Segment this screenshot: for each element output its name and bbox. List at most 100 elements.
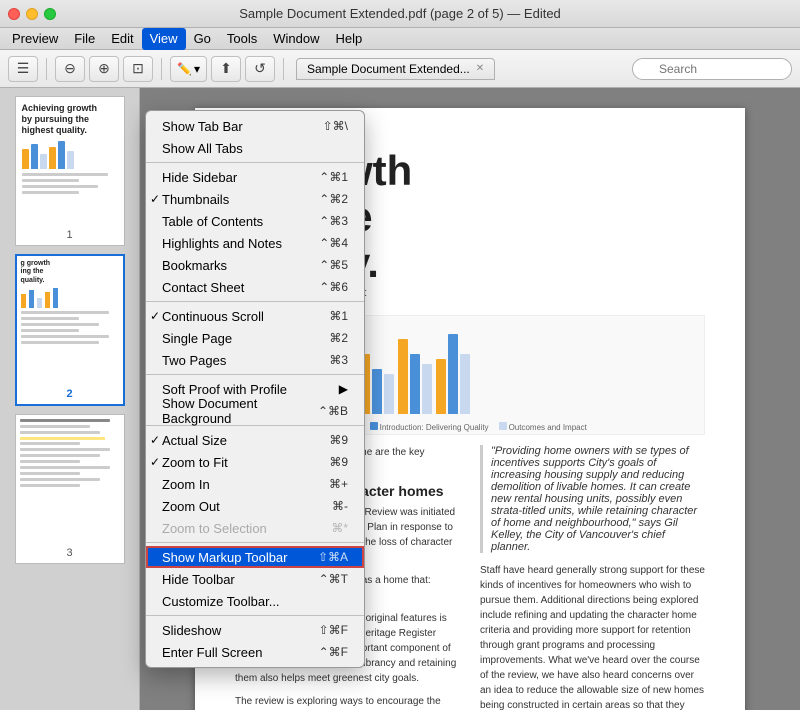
- menu-item-hide-toolbar-label: Hide Toolbar: [162, 572, 235, 587]
- menu-item-show-markup-toolbar-shortcut: ⇧⌘A: [318, 550, 348, 564]
- menu-item-customize-toolbar[interactable]: Customize Toolbar...: [146, 590, 364, 612]
- menu-item-highlights-notes[interactable]: Highlights and Notes ⌃⌘4: [146, 232, 364, 254]
- divider-6: [146, 615, 364, 616]
- zoom-out-button[interactable]: ⊖: [55, 56, 85, 82]
- menu-item-toc-label: Table of Contents: [162, 214, 263, 229]
- menu-item-hide-sidebar-label: Hide Sidebar: [162, 170, 237, 185]
- menu-item-zoom-in[interactable]: Zoom In ⌘+: [146, 473, 364, 495]
- menu-item-contact-sheet[interactable]: Contact Sheet ⌃⌘6: [146, 276, 364, 298]
- menu-item-bookmarks-label: Bookmarks: [162, 258, 227, 273]
- menu-view[interactable]: View: [142, 28, 186, 50]
- menu-item-show-tab-bar-shortcut: ⇧⌘\: [323, 119, 348, 133]
- menu-window[interactable]: Window: [265, 28, 327, 50]
- menu-item-continuous-scroll-label: Continuous Scroll: [162, 309, 264, 324]
- check-continuous-scroll: ✓: [150, 309, 160, 323]
- menu-item-slideshow-label: Slideshow: [162, 623, 221, 638]
- menu-item-show-doc-bg[interactable]: Show Document Background ⌃⌘B: [146, 400, 364, 422]
- menu-item-zoom-to-fit-shortcut: ⌘9: [329, 455, 348, 469]
- menu-item-two-pages-label: Two Pages: [162, 353, 226, 368]
- menu-item-zoom-to-selection[interactable]: Zoom to Selection ⌘*: [146, 517, 364, 539]
- soft-proof-arrow: ▶: [339, 382, 348, 396]
- menu-item-continuous-scroll[interactable]: ✓ Continuous Scroll ⌘1: [146, 305, 364, 327]
- menu-item-enter-full-screen-shortcut: ⌃⌘F: [319, 645, 348, 659]
- view-menu-dropdown: Show Tab Bar ⇧⌘\ Show All Tabs Hide Side…: [145, 110, 365, 668]
- check-thumbnails: ✓: [150, 192, 160, 206]
- menu-item-highlights-notes-shortcut: ⌃⌘4: [319, 236, 348, 250]
- menu-help[interactable]: Help: [328, 28, 371, 50]
- menu-item-thumbnails-label: Thumbnails: [162, 192, 229, 207]
- menu-item-bookmarks-shortcut: ⌃⌘5: [319, 258, 348, 272]
- menu-tools[interactable]: Tools: [219, 28, 265, 50]
- menu-go[interactable]: Go: [186, 28, 219, 50]
- menu-item-contact-sheet-label: Contact Sheet: [162, 280, 244, 295]
- zoom-in-button[interactable]: ⊕: [89, 56, 119, 82]
- check-zoom-to-fit: ✓: [150, 455, 160, 469]
- menu-item-hide-sidebar[interactable]: Hide Sidebar ⌃⌘1: [146, 166, 364, 188]
- menu-item-show-all-tabs[interactable]: Show All Tabs: [146, 137, 364, 159]
- menu-item-slideshow-shortcut: ⇧⌘F: [319, 623, 348, 637]
- maximize-button[interactable]: [44, 8, 56, 20]
- menu-item-show-all-tabs-label: Show All Tabs: [162, 141, 243, 156]
- menu-item-hide-toolbar[interactable]: Hide Toolbar ⌃⌘T: [146, 568, 364, 590]
- pen-icon: ✏️: [177, 62, 192, 76]
- menu-item-bookmarks[interactable]: Bookmarks ⌃⌘5: [146, 254, 364, 276]
- search-input[interactable]: [632, 58, 792, 80]
- tab-close-icon[interactable]: ✕: [476, 63, 484, 74]
- toolbar-separator-1: [46, 58, 47, 80]
- menu-item-two-pages[interactable]: Two Pages ⌘3: [146, 349, 364, 371]
- menu-item-thumbnails-shortcut: ⌃⌘2: [319, 192, 348, 206]
- menu-item-single-page[interactable]: Single Page ⌘2: [146, 327, 364, 349]
- menu-item-actual-size[interactable]: ✓ Actual Size ⌘9: [146, 429, 364, 451]
- menu-item-enter-full-screen-label: Enter Full Screen: [162, 645, 262, 660]
- menu-item-continuous-scroll-shortcut: ⌘1: [329, 309, 348, 323]
- menu-item-zoom-to-selection-label: Zoom to Selection: [162, 521, 267, 536]
- menu-item-zoom-to-selection-shortcut: ⌘*: [331, 521, 348, 535]
- menu-item-slideshow[interactable]: Slideshow ⇧⌘F: [146, 619, 364, 641]
- share-button[interactable]: ⬆: [211, 56, 241, 82]
- menu-preview[interactable]: Preview: [4, 28, 66, 50]
- menu-item-table-of-contents[interactable]: Table of Contents ⌃⌘3: [146, 210, 364, 232]
- menu-item-customize-toolbar-label: Customize Toolbar...: [162, 594, 280, 609]
- window-controls[interactable]: [8, 8, 56, 20]
- toolbar: ☰ ⊖ ⊕ ⊡ ✏️ ▾ ⬆ ↺ Sample Document Extende…: [0, 50, 800, 88]
- menu-file[interactable]: File: [66, 28, 103, 50]
- menu-item-zoom-out[interactable]: Zoom Out ⌘-: [146, 495, 364, 517]
- rotate-button[interactable]: ↺: [245, 56, 275, 82]
- minimize-button[interactable]: [26, 8, 38, 20]
- toolbar-separator-2: [161, 58, 162, 80]
- document-tab[interactable]: Sample Document Extended... ✕: [296, 58, 495, 80]
- menu-item-zoom-in-shortcut: ⌘+: [329, 477, 348, 491]
- sidebar-toggle-button[interactable]: ☰: [8, 56, 38, 82]
- menu-bar: Preview File Edit View Go Tools Window H…: [0, 28, 800, 50]
- menu-item-show-tab-bar-label: Show Tab Bar: [162, 119, 243, 134]
- menu-item-show-markup-toolbar-label: Show Markup Toolbar: [162, 550, 288, 565]
- menu-item-contact-sheet-shortcut: ⌃⌘6: [319, 280, 348, 294]
- menu-item-single-page-label: Single Page: [162, 331, 232, 346]
- menu-item-zoom-in-label: Zoom In: [162, 477, 210, 492]
- menu-item-soft-proof-label: Soft Proof with Profile: [162, 382, 287, 397]
- menu-item-highlights-notes-label: Highlights and Notes: [162, 236, 282, 251]
- menu-item-actual-size-label: Actual Size: [162, 433, 227, 448]
- divider-3: [146, 374, 364, 375]
- menu-item-hide-toolbar-shortcut: ⌃⌘T: [319, 572, 348, 586]
- divider-1: [146, 162, 364, 163]
- pen-dropdown-arrow: ▾: [194, 62, 200, 76]
- menu-item-zoom-out-label: Zoom Out: [162, 499, 220, 514]
- window-title: Sample Document Extended.pdf (page 2 of …: [239, 6, 561, 21]
- menu-item-hide-sidebar-shortcut: ⌃⌘1: [319, 170, 348, 184]
- menu-edit[interactable]: Edit: [103, 28, 141, 50]
- menu-overlay: Show Tab Bar ⇧⌘\ Show All Tabs Hide Side…: [0, 88, 800, 710]
- menu-item-show-markup-toolbar[interactable]: Show Markup Toolbar ⇧⌘A: [146, 546, 364, 568]
- tab-label: Sample Document Extended...: [307, 62, 470, 76]
- menu-item-zoom-to-fit[interactable]: ✓ Zoom to Fit ⌘9: [146, 451, 364, 473]
- markup-pen-button[interactable]: ✏️ ▾: [170, 56, 207, 82]
- divider-5: [146, 542, 364, 543]
- menu-item-show-tab-bar[interactable]: Show Tab Bar ⇧⌘\: [146, 115, 364, 137]
- menu-item-enter-full-screen[interactable]: Enter Full Screen ⌃⌘F: [146, 641, 364, 663]
- close-button[interactable]: [8, 8, 20, 20]
- menu-item-actual-size-shortcut: ⌘9: [329, 433, 348, 447]
- title-bar: Sample Document Extended.pdf (page 2 of …: [0, 0, 800, 28]
- fit-page-button[interactable]: ⊡: [123, 56, 153, 82]
- main-area: Achieving growthby pursuing thehighest q…: [0, 88, 800, 710]
- menu-item-thumbnails[interactable]: ✓ Thumbnails ⌃⌘2: [146, 188, 364, 210]
